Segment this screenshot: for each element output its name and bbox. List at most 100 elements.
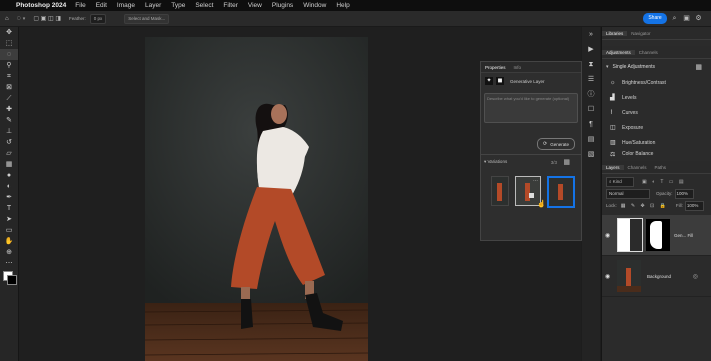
- adj-hue-saturation[interactable]: ▥ Hue/Saturation: [602, 135, 711, 150]
- settings-icon[interactable]: ⚙: [694, 14, 703, 23]
- layer-name[interactable]: Background: [647, 274, 671, 279]
- rectangle-icon[interactable]: ▭: [0, 225, 18, 236]
- artboard-icon[interactable]: ⬚: [0, 38, 18, 49]
- adj-brightness-contrast[interactable]: ☼ Brightness/Contrast: [602, 75, 711, 90]
- menu-view[interactable]: View: [248, 2, 262, 9]
- menu-type[interactable]: Type: [171, 2, 185, 9]
- move-icon[interactable]: ✥: [0, 27, 18, 38]
- tab-paths[interactable]: Paths: [651, 165, 671, 170]
- adj-curves[interactable]: ⌇ Curves: [602, 105, 711, 120]
- menu-help[interactable]: Help: [336, 2, 349, 9]
- layer-type-label: Generative Layer: [510, 78, 545, 84]
- type-icon[interactable]: T: [0, 203, 18, 214]
- blur-icon[interactable]: ●: [0, 170, 18, 181]
- dodge-icon[interactable]: ◐: [0, 181, 18, 192]
- menu-file[interactable]: File: [75, 2, 85, 9]
- layer-row-generative[interactable]: ◉ Gen... Fill: [602, 215, 711, 256]
- menu-plugins[interactable]: Plugins: [272, 2, 293, 9]
- more-icon[interactable]: ⋯: [0, 258, 18, 269]
- spot-heal-icon[interactable]: ✚: [0, 104, 18, 115]
- search-icon[interactable]: ⌕: [670, 14, 679, 23]
- select-and-mask-button[interactable]: Select and Mask...: [124, 13, 170, 24]
- menu-image[interactable]: Image: [117, 2, 135, 9]
- color-swatches[interactable]: [0, 269, 18, 287]
- tab-channels[interactable]: Channels: [635, 50, 662, 55]
- workspace-icon[interactable]: ▣: [682, 14, 691, 23]
- adj-color-balance[interactable]: ⚖ Color Balance: [602, 150, 711, 158]
- kind-select[interactable]: ⌕ Kind: [606, 176, 634, 187]
- tab-layers[interactable]: Layers: [602, 164, 624, 170]
- properties-icon[interactable]: ☰: [582, 72, 600, 87]
- fill-input[interactable]: 100%: [684, 200, 704, 211]
- libraries-icon[interactable]: ▤: [582, 132, 600, 147]
- info-icon[interactable]: ⓘ: [582, 87, 600, 102]
- more-icon[interactable]: ⋯: [533, 178, 538, 184]
- menu-select[interactable]: Select: [195, 2, 213, 9]
- paragraph-icon[interactable]: ¶: [582, 117, 600, 132]
- properties-tabs: Properties Info: [481, 62, 581, 73]
- prompt-placeholder: Describe what you'd like to generate (op…: [487, 96, 570, 101]
- comments-icon[interactable]: ☐: [582, 102, 600, 117]
- prompt-textarea[interactable]: Describe what you'd like to generate (op…: [484, 93, 578, 123]
- history-brush-icon[interactable]: ↺: [0, 137, 18, 148]
- document-image[interactable]: [145, 37, 368, 361]
- feather-label: Feather:: [69, 16, 86, 21]
- layer-row-background[interactable]: ◉ Background ◎: [602, 256, 711, 297]
- menu-filter[interactable]: Filter: [223, 2, 237, 9]
- tab-info[interactable]: Info: [510, 65, 526, 70]
- play-icon[interactable]: ▶: [582, 42, 600, 57]
- share-button[interactable]: Share: [643, 13, 667, 24]
- app-name[interactable]: Photoshop 2024: [16, 2, 66, 9]
- eraser-icon[interactable]: ▱: [0, 148, 18, 159]
- blend-mode-select[interactable]: Normal: [606, 188, 650, 199]
- variation-thumb-3[interactable]: [547, 176, 575, 208]
- selection-mode-icons[interactable]: ▢ ▣ ◫ ◨: [33, 15, 61, 22]
- filter-icons[interactable]: ▣ ◐ T ▭ ▤: [642, 179, 686, 185]
- history-icon[interactable]: ⧗: [582, 57, 600, 72]
- eye-icon[interactable]: ◉: [605, 273, 615, 280]
- background-color[interactable]: [7, 275, 17, 285]
- tab-libraries[interactable]: Libraries: [602, 30, 628, 36]
- crop-icon[interactable]: ⌗: [0, 71, 18, 82]
- adj-exposure[interactable]: ◫ Exposure: [602, 120, 711, 135]
- swatches-icon[interactable]: ▧: [582, 147, 600, 162]
- layer-filter-row: ⌕ Kind ▣ ◐ T ▭ ▤: [606, 176, 706, 187]
- hand-icon[interactable]: ✋: [0, 236, 18, 247]
- menu-window[interactable]: Window: [303, 2, 326, 9]
- adj-label: Exposure: [622, 124, 644, 131]
- lasso-icon[interactable]: ◌: [0, 49, 18, 60]
- generate-button[interactable]: ⟳ Generate: [537, 138, 575, 150]
- grid-view-icon[interactable]: ▦: [695, 63, 702, 71]
- path-select-icon[interactable]: ➤: [0, 214, 18, 225]
- opacity-input[interactable]: 100%: [674, 188, 694, 199]
- eyedropper-icon[interactable]: ⟋: [0, 93, 18, 104]
- info-icon[interactable]: [529, 193, 534, 198]
- collapse-icon[interactable]: »: [582, 27, 600, 42]
- adjustment-icon[interactable]: ◎: [693, 273, 698, 280]
- tab-adjustments[interactable]: Adjustments: [602, 49, 635, 55]
- eye-icon[interactable]: ◉: [605, 232, 615, 239]
- single-adjustments-header: ▾ Single Adjustments ▦: [602, 59, 711, 75]
- frame-icon[interactable]: ⊠: [0, 82, 18, 93]
- object-select-icon[interactable]: ⚲: [0, 60, 18, 71]
- menu-layer[interactable]: Layer: [145, 2, 161, 9]
- tab-channels[interactable]: Channels: [624, 165, 651, 170]
- grid-view-icon[interactable]: ▦: [563, 158, 570, 166]
- zoom-icon[interactable]: ⊕: [0, 247, 18, 258]
- pen-icon[interactable]: ✒: [0, 192, 18, 203]
- adj-levels[interactable]: ▟ Levels: [602, 90, 711, 105]
- lock-icons[interactable]: ▦ ✎ ✥ ⊡ 🔒: [621, 203, 668, 209]
- stamp-icon[interactable]: ⊥: [0, 126, 18, 137]
- variation-thumb-1[interactable]: [491, 176, 509, 206]
- chevron-down-icon[interactable]: ▾: [606, 64, 609, 70]
- gradient-icon[interactable]: ▦: [0, 159, 18, 170]
- layer-name[interactable]: Gen... Fill: [674, 233, 693, 238]
- lasso-tool-icon[interactable]: ◌: [17, 15, 21, 22]
- home-icon[interactable]: ⌂: [5, 16, 9, 22]
- tab-properties[interactable]: Properties: [481, 65, 510, 70]
- tab-navigator[interactable]: Navigator: [627, 31, 654, 36]
- chevron-down-icon[interactable]: ▾: [23, 16, 26, 22]
- feather-input[interactable]: 0 px: [89, 13, 107, 24]
- menu-edit[interactable]: Edit: [96, 2, 107, 9]
- brush-icon[interactable]: ✎: [0, 115, 18, 126]
